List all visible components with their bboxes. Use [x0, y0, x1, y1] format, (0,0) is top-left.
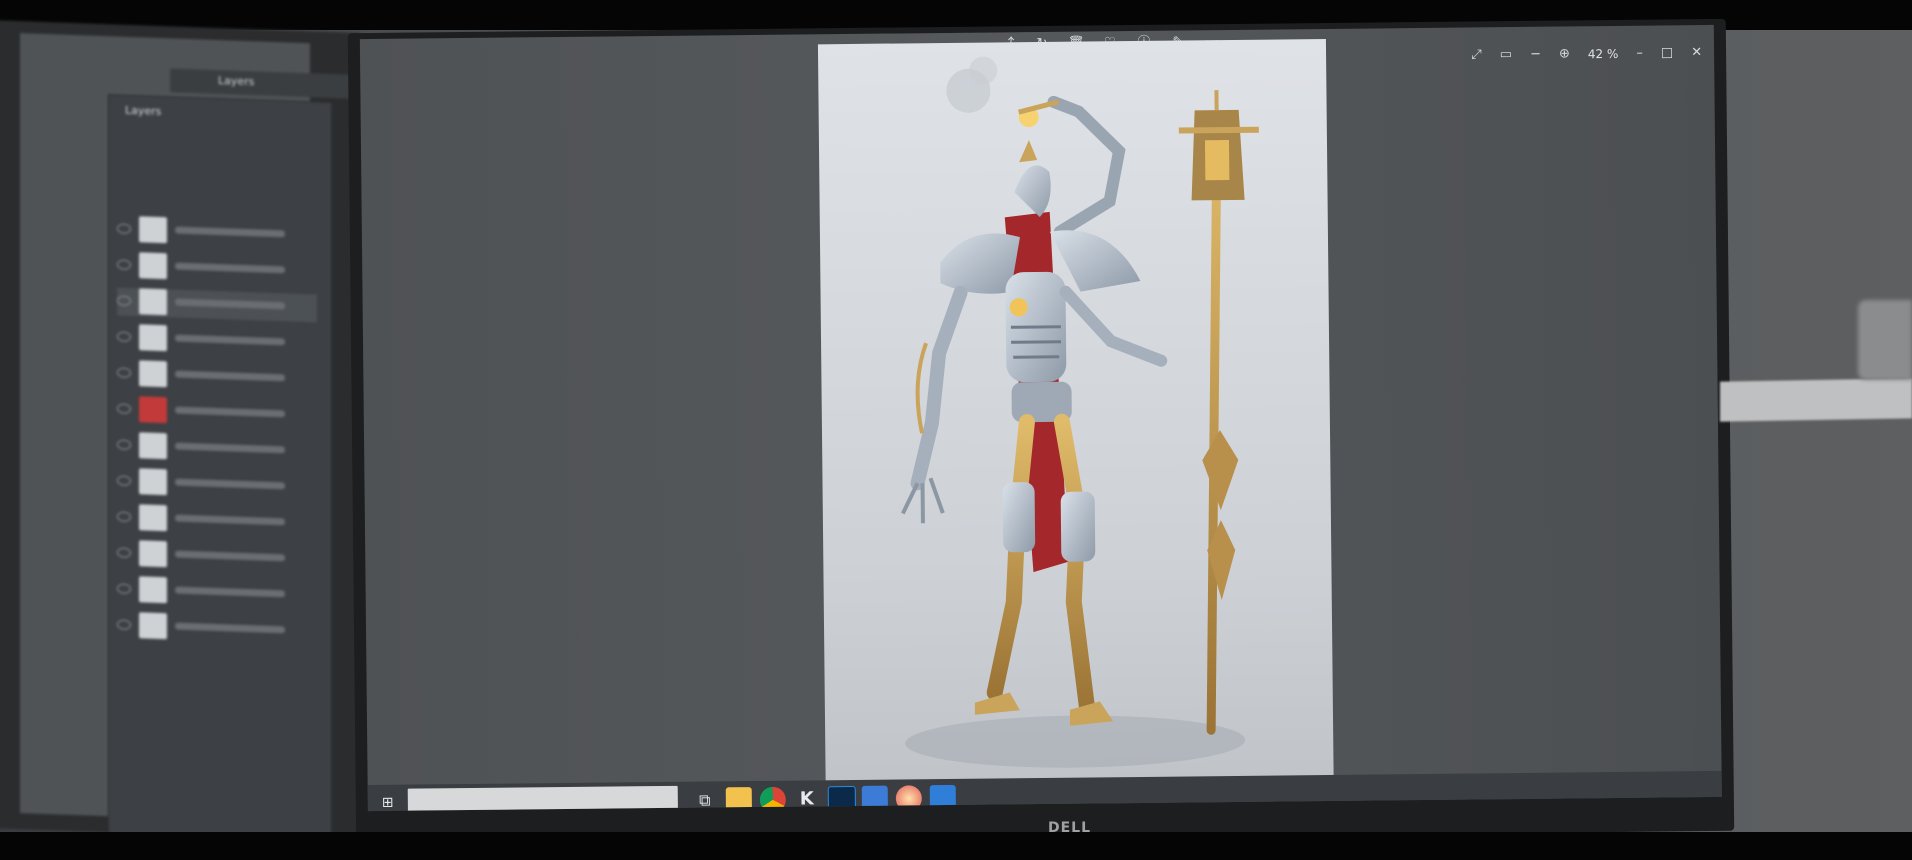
- layer-label: [175, 478, 285, 490]
- layer-row[interactable]: [117, 323, 317, 358]
- layer-row[interactable]: [117, 251, 317, 286]
- browser-app-icon[interactable]: [895, 785, 922, 812]
- shelf-object: [1858, 300, 1912, 380]
- viewer-window-controls: ⤢ ▭ − ⊕ 42 % – □ ✕: [1471, 45, 1702, 62]
- fullscreen-icon[interactable]: ⤢: [1471, 47, 1482, 62]
- layer-thumbnail: [139, 360, 167, 388]
- photoshop-icon[interactable]: [827, 785, 856, 812]
- eye-icon[interactable]: [117, 583, 131, 594]
- layer-thumbnail: [139, 504, 167, 532]
- letterbox-bottom: [0, 832, 1912, 860]
- chrome-icon[interactable]: [759, 786, 786, 812]
- layer-label: [175, 514, 285, 526]
- zoom-in-icon[interactable]: ⊕: [1559, 46, 1570, 61]
- layer-label: [175, 370, 285, 382]
- layer-row[interactable]: [117, 503, 317, 538]
- close-icon[interactable]: ✕: [1691, 45, 1702, 60]
- layer-label: [175, 442, 285, 454]
- maximize-icon[interactable]: □: [1661, 45, 1673, 60]
- tool-app-icon[interactable]: [861, 785, 888, 812]
- wall-shelf: [1720, 378, 1912, 422]
- layer-thumbnail: [139, 468, 167, 496]
- layer-row[interactable]: [117, 611, 317, 646]
- windows-start-icon[interactable]: ⊞: [382, 795, 398, 811]
- layer-thumbnail: [139, 576, 167, 604]
- layer-row[interactable]: [117, 215, 317, 250]
- layer-row[interactable]: [117, 395, 317, 430]
- eye-icon[interactable]: [117, 439, 131, 450]
- eye-icon[interactable]: [117, 331, 131, 342]
- layer-label: [175, 586, 285, 598]
- main-monitor: ⤴ ↻ 🗑 ♡ ⓘ ✎ ⋯ ⤢ ▭ − ⊕ 42 % – □ ✕: [347, 18, 1735, 846]
- eye-icon[interactable]: [117, 223, 131, 234]
- character-illustration: [901, 56, 1259, 768]
- eye-icon[interactable]: [117, 403, 131, 414]
- layer-row[interactable]: [117, 359, 317, 394]
- photoshop-top-tab[interactable]: Layers: [170, 68, 360, 99]
- layer-row[interactable]: [117, 287, 317, 323]
- layer-thumbnail: [139, 216, 167, 244]
- layer-thumbnail: [139, 396, 167, 424]
- file-explorer-icon[interactable]: [725, 787, 752, 812]
- eye-icon[interactable]: [117, 511, 131, 522]
- layers-panel-title: Layers: [125, 103, 162, 119]
- layer-label: [175, 622, 285, 634]
- eye-icon[interactable]: [117, 367, 131, 378]
- zoom-out-icon[interactable]: −: [1530, 47, 1541, 62]
- layer-thumbnail: [139, 432, 167, 460]
- eye-icon[interactable]: [117, 259, 131, 270]
- layer-label: [175, 406, 285, 418]
- layer-row[interactable]: [117, 431, 317, 466]
- minimize-icon[interactable]: –: [1636, 46, 1643, 61]
- layer-thumbnail: [139, 612, 167, 640]
- photos-icon[interactable]: [929, 784, 956, 812]
- photoshop-tab-label: Layers: [218, 74, 255, 89]
- main-monitor-screen: ⤴ ↻ 🗑 ♡ ⓘ ✎ ⋯ ⤢ ▭ − ⊕ 42 % – □ ✕: [359, 24, 1722, 812]
- zoom-level: 42 %: [1587, 46, 1619, 61]
- layers-panel: Layers: [108, 94, 332, 845]
- layer-label: [175, 226, 285, 238]
- taskbar-search[interactable]: [407, 785, 678, 812]
- layer-label: [175, 298, 285, 310]
- layer-label: [175, 550, 285, 562]
- task-view-icon[interactable]: ⧉: [692, 787, 718, 811]
- layer-thumbnail: [139, 324, 167, 352]
- layer-label: [175, 334, 285, 346]
- eye-icon[interactable]: [117, 619, 131, 630]
- layer-row[interactable]: [117, 575, 317, 610]
- eye-icon[interactable]: [117, 547, 131, 558]
- layer-label: [175, 262, 285, 274]
- artwork-canvas: [817, 38, 1334, 805]
- layer-thumbnail: [139, 288, 167, 316]
- layer-row[interactable]: [117, 539, 317, 574]
- eye-icon[interactable]: [117, 295, 131, 306]
- left-monitor: Layers Layers: [0, 19, 360, 845]
- k-app-icon[interactable]: K: [794, 786, 820, 811]
- layer-thumbnail: [139, 252, 167, 280]
- crop-icon[interactable]: ▭: [1500, 47, 1512, 62]
- layer-thumbnail: [139, 540, 167, 568]
- scene: Layers Layers ⤴ ↻ 🗑 ♡ ⓘ ✎ ⋯ ⤢ ▭ −: [0, 0, 1912, 860]
- layer-row[interactable]: [117, 467, 317, 502]
- left-monitor-screen: Layers Layers: [20, 33, 360, 845]
- eye-icon[interactable]: [117, 475, 131, 486]
